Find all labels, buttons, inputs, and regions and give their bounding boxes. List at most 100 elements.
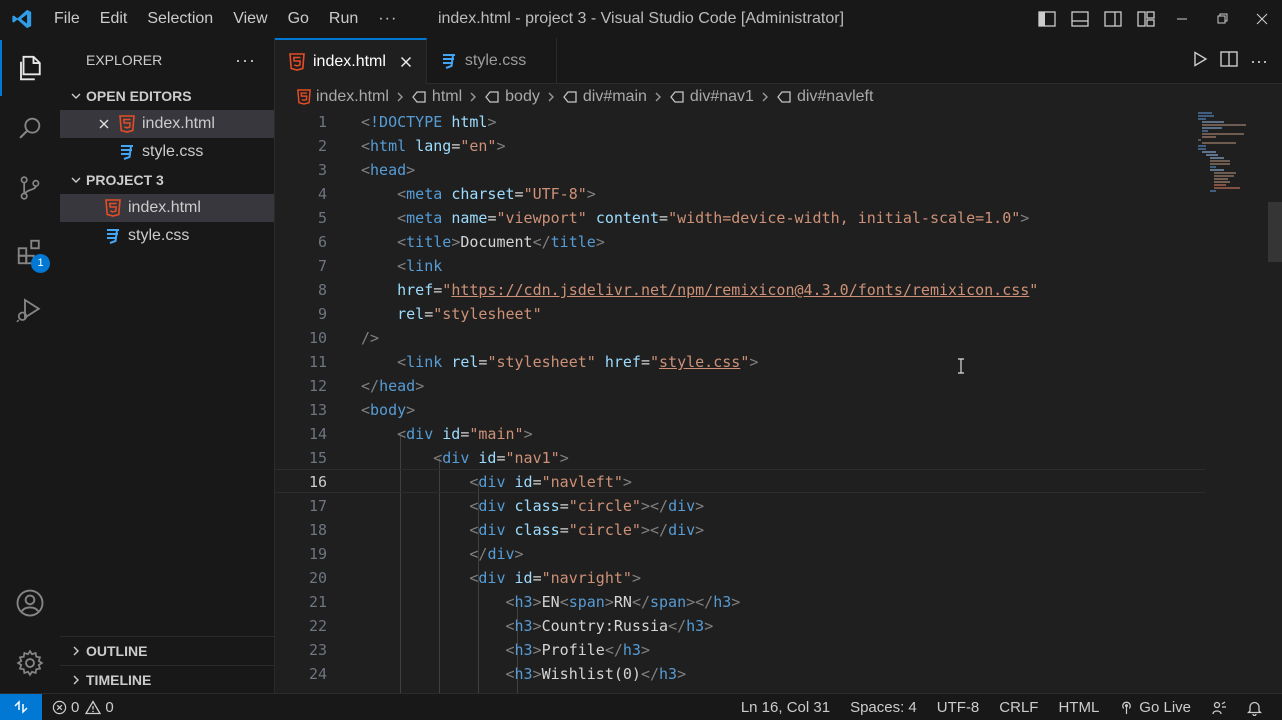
token: h3 — [659, 665, 678, 683]
accounts-icon[interactable] — [0, 575, 60, 631]
search-icon[interactable] — [0, 100, 60, 156]
menu-selection[interactable]: Selection — [137, 0, 223, 38]
tree-item-index-html[interactable]: index.html — [60, 194, 274, 222]
remote-indicator-icon[interactable] — [0, 693, 42, 720]
token: class — [514, 521, 560, 539]
close-icon[interactable] — [400, 56, 412, 68]
close-icon[interactable] — [94, 118, 114, 130]
breadcrumb: index.html html body div#main div#nav1 d… — [275, 84, 1282, 110]
tree-item-style-css[interactable]: style.css — [60, 222, 274, 250]
toggle-secondary-sidebar-icon[interactable] — [1096, 0, 1129, 38]
file-label: index.html — [142, 115, 215, 132]
token: head — [379, 377, 416, 395]
breadcrumb-label: div#main — [582, 88, 647, 105]
token: h3 — [514, 617, 533, 635]
encoding[interactable]: UTF-8 — [927, 694, 990, 720]
minimap[interactable] — [1196, 110, 1252, 200]
menu-view[interactable]: View — [223, 0, 277, 38]
code-line: 7 <link — [275, 254, 1205, 278]
open-editor-index-html[interactable]: index.html — [60, 110, 274, 138]
breadcrumb-label: index.html — [316, 88, 389, 105]
code-editor[interactable]: 1 <!DOCTYPE html> 2 <html lang="en"> 3 <hea… — [275, 110, 1282, 693]
token: href — [604, 353, 641, 371]
symbol-element-icon — [562, 90, 578, 104]
explorer-icon[interactable] — [0, 40, 60, 96]
link-token[interactable]: style.css — [659, 353, 740, 371]
problems-status[interactable]: 0 0 — [42, 694, 124, 720]
tab-style-css[interactable]: style.css — [427, 38, 558, 84]
line-number: 9 — [317, 305, 327, 323]
breadcrumb-html[interactable]: html — [411, 88, 462, 106]
line-number: 7 — [317, 257, 327, 275]
timeline-section[interactable]: TIMELINE — [60, 665, 275, 693]
open-editors-section[interactable]: OPEN EDITORS — [60, 82, 274, 110]
token: " — [740, 353, 750, 371]
token: span — [650, 593, 687, 611]
token: "stylesheet" — [487, 353, 596, 371]
line-number: 10 — [308, 329, 327, 347]
breadcrumb-body[interactable]: body — [484, 88, 540, 106]
tab-label: style.css — [464, 52, 527, 69]
token: div — [478, 569, 506, 587]
source-control-icon[interactable] — [0, 160, 60, 216]
breadcrumb-div-nav1[interactable]: div#nav1 — [669, 88, 754, 106]
settings-gear-icon[interactable] — [0, 635, 60, 691]
tab-index-html[interactable]: index.html — [275, 38, 427, 84]
link-token[interactable]: https://cdn.jsdelivr.net/npm/remixicon@4… — [451, 281, 1029, 299]
go-live-button[interactable]: Go Live — [1109, 694, 1201, 720]
code-line: 20 <div id="navright"> — [275, 566, 1205, 590]
toggle-panel-icon[interactable] — [1063, 0, 1096, 38]
token: link — [406, 257, 443, 275]
toggle-primary-sidebar-icon[interactable] — [1030, 0, 1063, 38]
token: h3 — [622, 641, 641, 659]
more-actions-icon[interactable]: ··· — [1250, 51, 1268, 72]
chevron-down-icon — [66, 170, 86, 190]
run-debug-icon[interactable] — [0, 282, 60, 338]
breadcrumb-label: html — [431, 88, 463, 105]
token: href — [397, 281, 434, 299]
chevron-right-icon — [546, 91, 556, 103]
error-count: 0 — [71, 698, 80, 716]
token: h3 — [686, 617, 705, 635]
chevron-right-icon — [468, 91, 478, 103]
token: "stylesheet" — [433, 305, 542, 323]
vertical-scrollbar[interactable] — [1268, 202, 1282, 262]
breadcrumb-label: div#navleft — [796, 88, 874, 105]
css-file-icon — [116, 142, 138, 162]
token: "width=device-width, initial-scale=1.0" — [668, 209, 1021, 227]
token: "navleft" — [541, 473, 623, 491]
code-line: 11 <link rel="stylesheet" href="style.cs… — [275, 350, 1205, 374]
notifications-bell-icon[interactable] — [1237, 694, 1272, 720]
window-title: index.html - project 3 - Visual Studio C… — [437, 10, 845, 27]
project-section[interactable]: PROJECT 3 — [60, 166, 274, 194]
menu-more[interactable]: ··· — [368, 0, 407, 38]
restore-icon[interactable] — [1202, 0, 1242, 38]
split-editor-icon[interactable] — [1220, 51, 1238, 71]
run-icon[interactable] — [1192, 51, 1208, 71]
end-of-line[interactable]: CRLF — [989, 694, 1048, 720]
breadcrumb-file[interactable]: index.html — [297, 88, 389, 106]
text-cursor-icon — [957, 358, 965, 378]
language-mode[interactable]: HTML — [1048, 694, 1109, 720]
project-label: PROJECT 3 — [86, 172, 164, 188]
close-window-icon[interactable] — [1242, 0, 1282, 38]
menu-go[interactable]: Go — [278, 0, 319, 38]
token: meta — [406, 185, 443, 203]
indentation[interactable]: Spaces: 4 — [840, 694, 927, 720]
extensions-icon[interactable]: 1 — [0, 224, 60, 280]
feedback-icon[interactable] — [1201, 694, 1237, 720]
menu-edit[interactable]: Edit — [90, 0, 138, 38]
menu-run[interactable]: Run — [319, 0, 368, 38]
breadcrumb-div-main[interactable]: div#main — [562, 88, 647, 106]
token: rel — [397, 305, 425, 323]
cursor-position[interactable]: Ln 16, Col 31 — [731, 694, 840, 720]
outline-section[interactable]: OUTLINE — [60, 637, 275, 665]
editor-tabs: index.html style.css ··· — [275, 38, 1282, 84]
breadcrumb-div-navleft[interactable]: div#navleft — [776, 88, 874, 106]
customize-layout-icon[interactable] — [1129, 0, 1162, 38]
minimize-icon[interactable] — [1162, 0, 1202, 38]
explorer-more-button[interactable]: ··· — [235, 50, 256, 71]
open-editor-style-css[interactable]: style.css — [60, 138, 274, 166]
code-line: 22 <h3>Country:Russia</h3> — [275, 614, 1205, 638]
menu-file[interactable]: File — [44, 0, 90, 38]
